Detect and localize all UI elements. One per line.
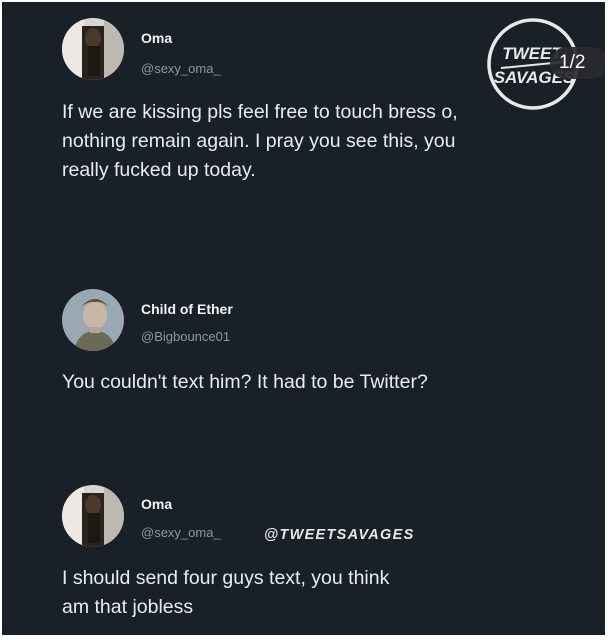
- avatar-oma[interactable]: [62, 18, 124, 80]
- tweet-text: If we are kissing pls feel free to touch…: [62, 98, 458, 185]
- tweet-text-line: You couldn't text him? It had to be Twit…: [62, 371, 428, 393]
- tweet-author-name[interactable]: Child of Ether: [141, 301, 233, 317]
- screenshot-frame: Oma @sexy_oma_ If we are kissing pls fee…: [2, 2, 605, 635]
- avatar-child-of-ether[interactable]: [62, 289, 124, 351]
- tweet-author-name[interactable]: Oma: [141, 496, 172, 512]
- tweet-text-line: If we are kissing pls feel free to touch…: [62, 101, 458, 123]
- tweet-text-line: I should send four guys text, you think: [62, 567, 390, 589]
- tweet-text: I should send four guys text, you think …: [62, 564, 389, 622]
- tweet-text: You couldn't text him? It had to be Twit…: [62, 368, 428, 397]
- image-pager-indicator: 1/2: [550, 47, 605, 79]
- tweet-text-line: am that jobless: [62, 596, 194, 618]
- tweet-author-name[interactable]: Oma: [141, 30, 172, 46]
- tweet-text-line: really fucked up today.: [62, 159, 256, 181]
- tweet-author-handle[interactable]: @sexy_oma_: [141, 61, 221, 76]
- tweet-text-line: nothing remain again. I pray you see thi…: [62, 130, 456, 152]
- tweet-author-handle[interactable]: @Bigbounce01: [141, 329, 230, 344]
- avatar-oma[interactable]: [62, 485, 124, 547]
- tweet-author-handle[interactable]: @sexy_oma_: [141, 525, 221, 540]
- watermark-handle: @TWEETSAVAGES: [264, 527, 415, 543]
